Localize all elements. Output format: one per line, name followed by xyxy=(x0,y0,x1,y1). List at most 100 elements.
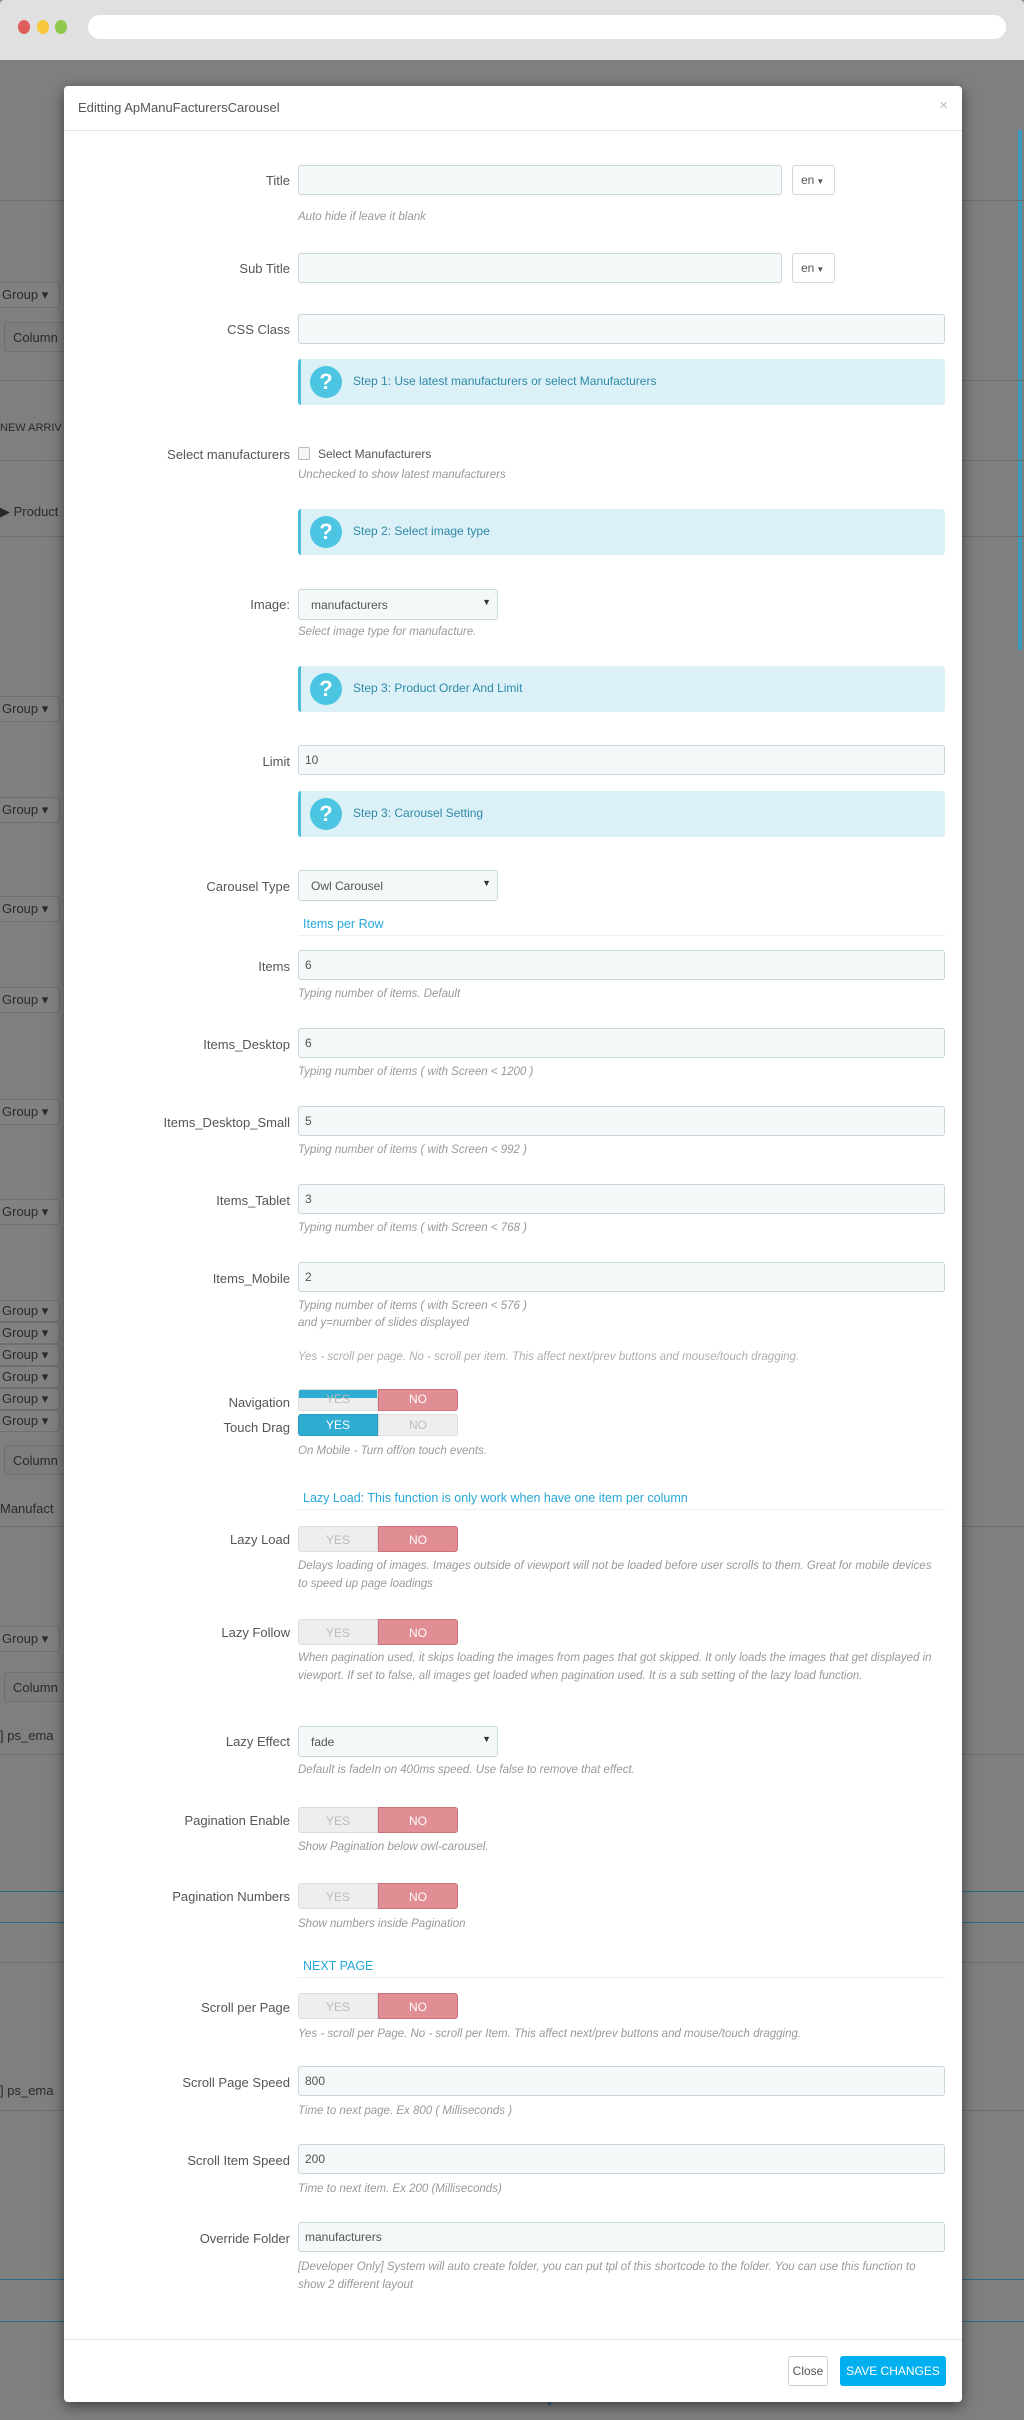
scroll-per-page-yes[interactable]: YES xyxy=(298,1993,378,2019)
pagination-enable-toggle[interactable]: YES NO xyxy=(298,1807,458,1833)
title-input[interactable] xyxy=(298,165,782,195)
items-desktop-small-help: Typing number of items ( with Screen < 9… xyxy=(298,1144,527,1156)
bg-ps-email: ] ps_ema xyxy=(0,2083,54,2098)
bg-group-button: Group ▾ xyxy=(0,896,60,922)
bg-group-button: Group ▾ xyxy=(0,1410,60,1432)
navigation-toggle[interactable]: YES NO xyxy=(298,1389,458,1411)
items-per-row-heading: Items per Row xyxy=(298,917,945,936)
scroll-per-page-no[interactable]: NO xyxy=(378,1993,458,2019)
scroll-item-speed-help: Time to next item. Ex 200 (Milliseconds) xyxy=(298,2183,502,2195)
lazy-follow-help: When pagination used, it skips loading t… xyxy=(298,1652,932,1682)
scroll-page-speed-label: Scroll Page Speed xyxy=(182,2075,290,2090)
select-manufacturers-label: Select manufacturers xyxy=(167,447,290,462)
bg-group-button: Group ▾ xyxy=(0,696,60,722)
dropdown-arrow-icon: ▼ xyxy=(482,878,491,888)
lazy-follow-yes[interactable]: YES xyxy=(298,1619,378,1645)
sub-title-input[interactable] xyxy=(298,253,782,283)
step3-order-alert: ? Step 3: Product Order And Limit xyxy=(298,666,945,712)
touch-drag-toggle[interactable]: YES NO xyxy=(298,1414,458,1436)
close-icon[interactable]: × xyxy=(939,97,948,114)
save-changes-button[interactable]: SAVE CHANGES xyxy=(840,2356,946,2386)
scroll-item-speed-input[interactable]: 200 xyxy=(298,2144,945,2174)
pagination-numbers-no[interactable]: NO xyxy=(378,1883,458,1909)
limit-label: Limit xyxy=(262,754,290,769)
step2-alert: ? Step 2: Select image type xyxy=(298,509,945,555)
lazy-load-toggle[interactable]: YES NO xyxy=(298,1526,458,1552)
items-input[interactable]: 6 xyxy=(298,950,945,980)
items-desktop-small-input[interactable]: 5 xyxy=(298,1106,945,1136)
pagination-enable-no[interactable]: NO xyxy=(378,1807,458,1833)
sub-title-language-dropdown[interactable]: en ▼ xyxy=(792,253,835,283)
minimize-window-dot[interactable] xyxy=(37,20,49,34)
pagination-enable-yes[interactable]: YES xyxy=(298,1807,378,1833)
image-label: Image: xyxy=(250,597,290,612)
bg-group-button: Group ▾ xyxy=(0,1626,60,1652)
pagination-numbers-toggle[interactable]: YES NO xyxy=(298,1883,458,1909)
carousel-type-select[interactable]: Owl Carousel ▼ xyxy=(298,870,498,901)
close-button[interactable]: Close xyxy=(788,2356,828,2386)
background-scrollbar[interactable] xyxy=(1018,130,1022,650)
caret-down-icon: ▼ xyxy=(816,265,825,274)
scroll-page-speed-input[interactable]: 800 xyxy=(298,2066,945,2096)
step3-carousel-alert-text: Step 3: Carousel Setting xyxy=(353,806,484,820)
navigation-label: Navigation xyxy=(228,1395,290,1410)
lazy-follow-label: Lazy Follow xyxy=(221,1625,290,1640)
touch-drag-no[interactable]: NO xyxy=(378,1414,458,1436)
items-help: Typing number of items. Default xyxy=(298,988,461,1000)
items-desktop-help: Typing number of items ( with Screen < 1… xyxy=(298,1066,534,1078)
maximize-window-dot[interactable] xyxy=(55,20,67,34)
touch-drag-yes[interactable]: YES xyxy=(298,1414,378,1436)
question-icon: ? xyxy=(310,366,342,398)
override-folder-help: [Developer Only] System will auto create… xyxy=(298,2261,916,2291)
lazy-load-yes[interactable]: YES xyxy=(298,1526,378,1552)
close-window-dot[interactable] xyxy=(18,20,30,34)
items-mobile-label: Items_Mobile xyxy=(212,1271,290,1286)
pagination-enable-help: Show Pagination below owl-carousel. xyxy=(298,1841,489,1853)
items-label: Items xyxy=(258,959,290,974)
lazy-follow-no[interactable]: NO xyxy=(378,1619,458,1645)
lazy-load-heading: Lazy Load: This function is only work wh… xyxy=(298,1491,945,1510)
navigation-no[interactable]: NO xyxy=(378,1389,458,1411)
items-desktop-small-label: Items_Desktop_Small xyxy=(163,1115,290,1130)
items-desktop-input[interactable]: 6 xyxy=(298,1028,945,1058)
bg-group-button: Group ▾ xyxy=(0,1388,60,1410)
bg-group-button: Group ▾ xyxy=(0,1344,60,1366)
edit-modal: Editting ApManuFacturersCarousel × Title… xyxy=(64,86,962,2402)
override-folder-label: Override Folder xyxy=(199,2231,290,2246)
step1-alert: ? Step 1: Use latest manufacturers or se… xyxy=(298,359,945,405)
address-bar[interactable] xyxy=(88,15,1006,39)
navigation-yes[interactable]: YES xyxy=(298,1389,378,1411)
question-icon: ? xyxy=(310,673,342,705)
carousel-type-label: Carousel Type xyxy=(206,879,290,894)
override-folder-input[interactable]: manufacturers xyxy=(298,2222,945,2252)
items-desktop-label: Items_Desktop xyxy=(203,1037,290,1052)
pagination-numbers-label: Pagination Numbers xyxy=(172,1889,290,1904)
touch-drag-help: On Mobile - Turn off/on touch events. xyxy=(298,1445,487,1457)
lazy-load-label: Lazy Load xyxy=(230,1532,290,1547)
title-label: Title xyxy=(265,173,290,188)
limit-input[interactable]: 10 xyxy=(298,745,945,775)
image-type-select[interactable]: manufacturers ▼ xyxy=(298,589,498,620)
pagination-numbers-yes[interactable]: YES xyxy=(298,1883,378,1909)
bg-manufacturers: Manufact xyxy=(0,1501,54,1516)
items-tablet-input[interactable]: 3 xyxy=(298,1184,945,1214)
scroll-per-page-toggle[interactable]: YES NO xyxy=(298,1993,458,2019)
items-mobile-input[interactable]: 2 xyxy=(298,1262,945,1292)
select-manufacturers-checkbox[interactable]: Select Manufacturers xyxy=(298,447,431,461)
title-language-dropdown[interactable]: en ▼ xyxy=(792,165,835,195)
select-manufacturers-help: Unchecked to show latest manufacturers xyxy=(298,469,506,481)
scroll-per-page-label: Scroll per Page xyxy=(201,2000,290,2015)
bg-group-button: Group ▾ xyxy=(0,1322,60,1344)
css-class-input[interactable] xyxy=(298,314,945,344)
image-help: Select image type for manufacture. xyxy=(298,626,477,638)
browser-chrome xyxy=(0,0,1024,60)
title-help: Auto hide if leave it blank xyxy=(298,211,426,223)
checkbox-icon[interactable] xyxy=(298,447,310,460)
touch-drag-label: Touch Drag xyxy=(223,1420,290,1435)
sub-title-label: Sub Title xyxy=(239,261,290,276)
lazy-load-help: Delays loading of images. Images outside… xyxy=(298,1560,932,1590)
scroll-help-overlap: Yes - scroll per page. No - scroll per i… xyxy=(298,1351,800,1363)
lazy-effect-select[interactable]: fade ▼ xyxy=(298,1726,498,1757)
lazy-load-no[interactable]: NO xyxy=(378,1526,458,1552)
lazy-follow-toggle[interactable]: YES NO xyxy=(298,1619,458,1645)
